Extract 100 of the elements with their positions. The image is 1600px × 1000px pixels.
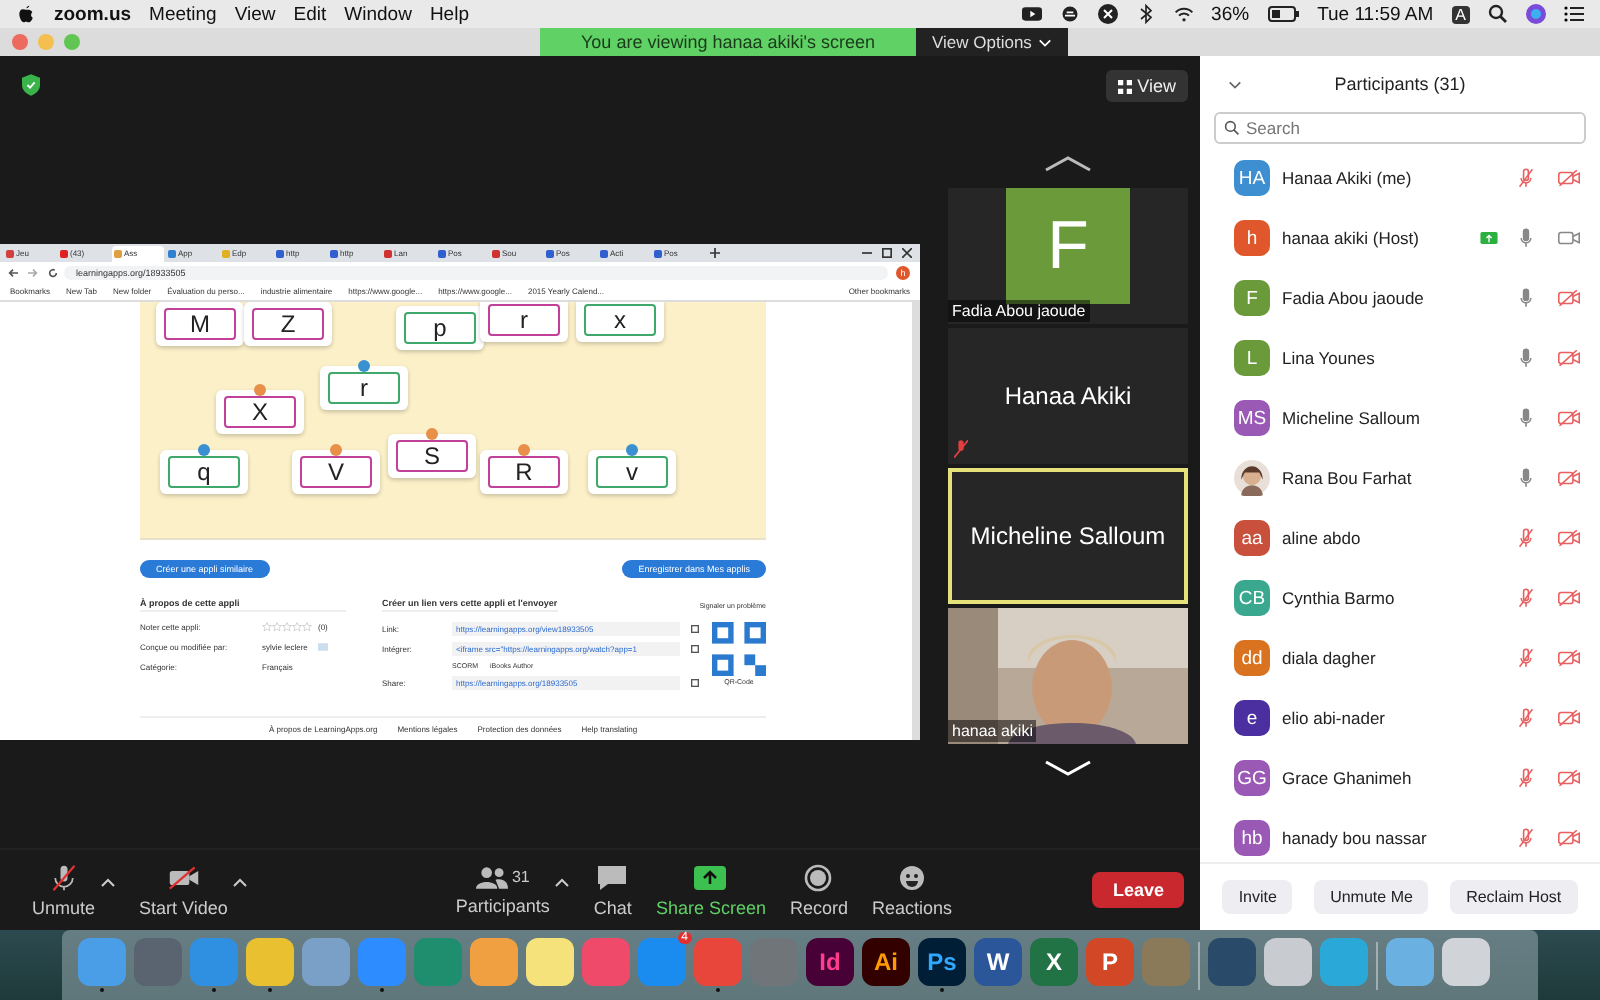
panel-button[interactable]: Reclaim Host <box>1450 880 1578 914</box>
participant-name[interactable]: Hanaa Akiki (me) <box>1282 168 1506 188</box>
muted-mic-icon[interactable] <box>1518 648 1534 668</box>
participant-name[interactable]: aline abdo <box>1282 528 1506 548</box>
participants-button[interactable]: 31 Participants <box>443 865 562 916</box>
participant-name[interactable]: elio abi-nader <box>1282 708 1506 728</box>
siri-icon[interactable] <box>1526 4 1546 24</box>
plus-icon[interactable] <box>710 248 720 258</box>
camera-off-icon[interactable] <box>1558 830 1580 846</box>
app-icon[interactable] <box>246 938 294 986</box>
camera-off-icon[interactable] <box>1558 170 1580 186</box>
chevron-up-icon[interactable] <box>1044 156 1092 172</box>
mic-icon[interactable] <box>1518 408 1534 428</box>
apple-icon[interactable] <box>16 4 36 24</box>
app-icon[interactable]: W <box>974 938 1022 986</box>
view-options-button[interactable]: View Options <box>916 28 1068 56</box>
mic-icon[interactable] <box>1518 348 1534 368</box>
minimize-icon[interactable] <box>862 248 872 258</box>
chat-button[interactable]: Chat <box>581 863 644 918</box>
muted-mic-icon[interactable] <box>1518 588 1534 608</box>
camera-icon[interactable] <box>1558 230 1580 246</box>
star-icon[interactable] <box>272 622 282 632</box>
menu-item[interactable]: Meeting <box>149 3 217 25</box>
menu-item[interactable]: Edit <box>293 3 327 25</box>
menu-item[interactable]: View <box>234 3 276 25</box>
participant-name[interactable]: hanaa akiki (Host) <box>1282 228 1468 248</box>
caret-icon[interactable] <box>99 878 116 889</box>
letter-card[interactable]: S <box>388 434 476 478</box>
star-icon[interactable] <box>302 622 312 632</box>
letter-card[interactable]: Z <box>244 302 332 346</box>
camera-off-icon[interactable] <box>1558 350 1580 366</box>
app-icon[interactable] <box>1208 938 1256 986</box>
star-icon[interactable] <box>292 622 302 632</box>
letter-card[interactable]: q <box>160 450 248 494</box>
participant-name[interactable]: Rana Bou Farhat <box>1282 468 1506 488</box>
mic-icon[interactable] <box>1518 288 1534 308</box>
letter-card[interactable]: R <box>480 450 568 494</box>
star-icon[interactable] <box>282 622 292 632</box>
app-icon[interactable]: Ps <box>918 938 966 986</box>
letter-card[interactable]: v <box>588 450 676 494</box>
caret-icon[interactable] <box>231 878 248 889</box>
star-icon[interactable] <box>262 622 272 632</box>
camera-off-icon[interactable] <box>1558 770 1580 786</box>
back-arrow-icon[interactable] <box>8 267 18 277</box>
battery-icon[interactable] <box>1267 6 1300 22</box>
input-source-indicator[interactable]: A <box>1451 5 1470 23</box>
search-field[interactable]: Search <box>1214 112 1586 144</box>
app-icon[interactable] <box>470 938 518 986</box>
app-icon[interactable]: Ai <box>862 938 910 986</box>
muted-mic-icon[interactable] <box>1518 768 1534 788</box>
letter-card[interactable]: x <box>576 302 664 342</box>
camera-off-icon[interactable] <box>1558 590 1580 606</box>
app-icon[interactable] <box>1386 938 1434 986</box>
camera-off-icon[interactable] <box>1558 290 1580 306</box>
participant-name[interactable]: Cynthia Barmo <box>1282 588 1506 608</box>
letter-card[interactable]: r <box>480 302 568 342</box>
mic-icon[interactable] <box>1518 468 1534 488</box>
letter-card[interactable]: p <box>396 306 484 350</box>
letter-card[interactable]: X <box>216 390 304 434</box>
app-icon[interactable] <box>1442 938 1490 986</box>
copy-icon[interactable] <box>690 678 700 688</box>
panel-button[interactable]: Unmute Me <box>1314 880 1429 914</box>
app-icon[interactable] <box>1264 938 1312 986</box>
panel-button[interactable]: Invite <box>1222 880 1293 914</box>
search-icon[interactable] <box>1488 4 1508 24</box>
video-camera-icon[interactable] <box>1021 4 1042 24</box>
clock[interactable]: Tue 11:59 AM <box>1317 3 1434 25</box>
reload-icon[interactable] <box>48 267 58 277</box>
reactions-button[interactable]: Reactions <box>860 863 965 918</box>
view-button[interactable]: View <box>1105 70 1188 102</box>
participant-tile[interactable]: F Fadia Abou jaoude <box>948 188 1188 324</box>
camera-off-icon[interactable] <box>1558 650 1580 666</box>
participant-name[interactable]: Grace Ghanimeh <box>1282 768 1506 788</box>
camera-off-icon[interactable] <box>1558 530 1580 546</box>
list-icon[interactable] <box>1564 4 1584 24</box>
app-menu[interactable]: zoom.us <box>54 3 132 25</box>
close-window-button[interactable] <box>12 34 28 50</box>
camera-off-icon[interactable] <box>1558 410 1580 426</box>
muted-mic-icon[interactable] <box>1518 528 1534 548</box>
menu-item[interactable]: Window <box>344 3 412 25</box>
app-icon[interactable]: X <box>1030 938 1078 986</box>
unmute-button[interactable]: Unmute <box>20 863 108 918</box>
participant-name[interactable]: hanady bou nassar <box>1282 828 1506 848</box>
participant-name[interactable]: Lina Younes <box>1282 348 1506 368</box>
share-screen-button[interactable]: Share Screen <box>643 863 778 918</box>
leave-button[interactable]: Leave <box>1092 872 1184 909</box>
letter-card[interactable]: V <box>292 450 380 494</box>
forward-arrow-icon[interactable] <box>28 267 38 277</box>
participant-name[interactable]: diala dagher <box>1282 648 1506 668</box>
muted-mic-icon[interactable] <box>1518 828 1534 848</box>
menu-item[interactable]: Help <box>429 3 469 25</box>
participant-tile[interactable]: Micheline Salloum <box>948 468 1188 604</box>
muted-mic-icon[interactable] <box>1518 168 1534 188</box>
shield-icon[interactable] <box>22 74 40 96</box>
letter-card[interactable]: r <box>320 366 408 410</box>
caret-icon[interactable] <box>553 878 570 889</box>
qr-code[interactable] <box>712 622 766 676</box>
start-video-button[interactable]: Start Video <box>127 863 240 918</box>
letter-card[interactable]: M <box>156 302 244 346</box>
participant-tile[interactable]: hanaa akiki <box>948 608 1188 744</box>
